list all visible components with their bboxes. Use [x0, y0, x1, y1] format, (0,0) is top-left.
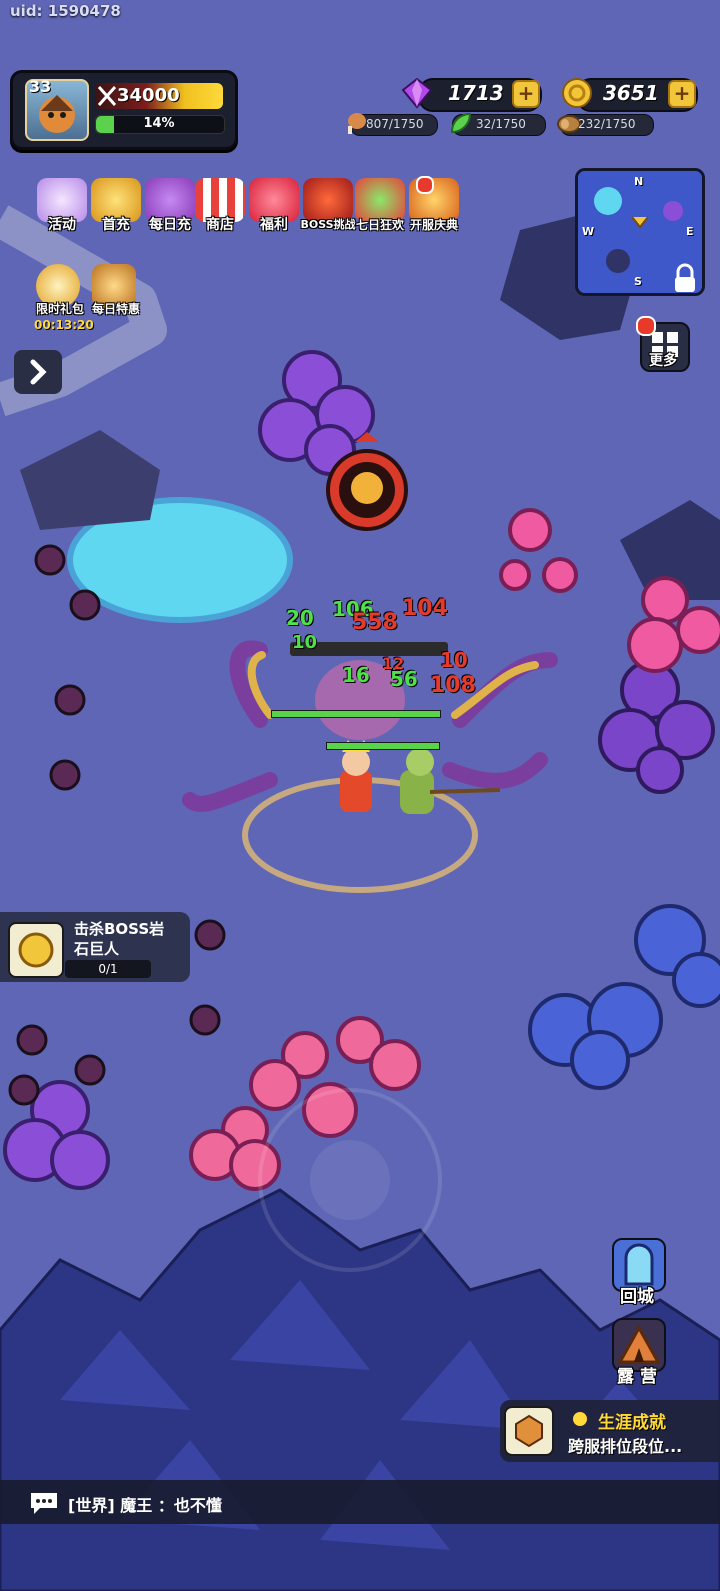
- compass-south: S: [634, 275, 642, 288]
- expand-arrow-button[interactable]: [14, 350, 62, 394]
- quest-title-line2: 石巨人: [74, 940, 120, 958]
- chat-body: ：也不懂: [157, 1496, 222, 1515]
- compass-north: N: [634, 175, 644, 188]
- compass-west: W: [582, 225, 595, 238]
- gem-value: 1713: [448, 81, 504, 105]
- chat-message: [世界] 魔王 ：也不懂: [68, 1492, 222, 1516]
- limited-pack-label: 限时礼包: [35, 302, 84, 316]
- chevron-right-icon: [30, 359, 47, 385]
- achievement-badge-icon: [504, 1406, 554, 1456]
- player-level: 33: [29, 77, 52, 96]
- achievement-title: 生涯成就: [598, 1413, 666, 1433]
- damage-number: 10: [440, 648, 468, 672]
- server-celebration-label: 开服庆典: [409, 218, 458, 232]
- herb-value: 32/1750: [476, 117, 526, 131]
- server-celebration-button[interactable]: 开服庆典: [402, 176, 466, 236]
- daily-deal-label: 每日特惠: [91, 302, 140, 316]
- quest-title-line1: 击杀BOSS岩: [74, 920, 165, 938]
- return-city-label: 回城: [620, 1287, 654, 1307]
- damage-number: 16: [342, 663, 370, 687]
- more-label: 更多: [649, 353, 677, 369]
- gem-icon: [400, 76, 434, 110]
- meat-icon: [344, 110, 368, 136]
- gold-coin-icon: [560, 76, 594, 110]
- hero-king: [340, 740, 372, 812]
- user-id: uid: 1590478: [10, 2, 121, 20]
- chat-bubble-icon[interactable]: [28, 1490, 60, 1516]
- add-gold-button[interactable]: +: [668, 80, 696, 108]
- damage-number: 558: [352, 610, 398, 635]
- chat-sender: 魔王: [120, 1496, 153, 1515]
- gold-value: 3651: [603, 81, 659, 105]
- camp-label: 露 营: [617, 1367, 657, 1387]
- quest-tracker[interactable]: 击杀BOSS岩 石巨人 0/1: [0, 912, 190, 982]
- power-value: 34000: [117, 85, 180, 106]
- wood-value: 232/1750: [578, 117, 636, 131]
- daily-deal-button[interactable]: 每日特惠: [84, 262, 148, 322]
- lock-icon[interactable]: [670, 262, 700, 296]
- chat-channel: [世界]: [68, 1496, 115, 1515]
- meat-value: 807/1750: [366, 117, 424, 131]
- gold-coin-icon: [8, 922, 64, 978]
- damage-number: 104: [402, 596, 448, 621]
- herb-icon: [448, 110, 474, 136]
- achievement-panel[interactable]: 生涯成就 跨服排位段位...: [500, 1400, 720, 1462]
- damage-number: 108: [430, 673, 476, 698]
- alert-badge-icon: [636, 316, 656, 336]
- add-gems-button[interactable]: +: [512, 80, 540, 108]
- compass-east: E: [686, 225, 694, 238]
- crossed-swords-icon: [97, 85, 117, 107]
- quest-progress: 0/1: [65, 960, 151, 978]
- player-panel[interactable]: 33 34000 14%: [10, 70, 238, 150]
- damage-number: 10: [292, 632, 318, 653]
- damage-number: 20: [286, 606, 314, 630]
- damage-number: 12: [382, 654, 405, 673]
- alert-badge-icon: [416, 176, 434, 194]
- achievement-subtitle: 跨服排位段位...: [568, 1437, 683, 1456]
- limited-pack-button[interactable]: 限时礼包 00:13:20: [28, 262, 94, 334]
- laurel-icon: [570, 1410, 590, 1428]
- exp-percent: 14%: [143, 116, 175, 131]
